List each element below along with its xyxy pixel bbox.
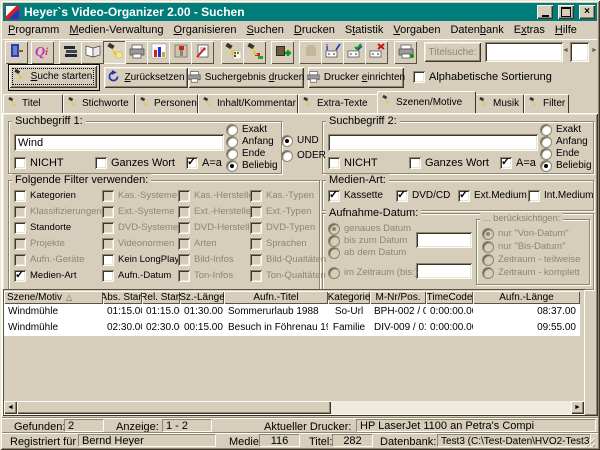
- registriert-label: Registriert für: [10, 436, 76, 448]
- table-cell: DIV-009 / 01: [370, 320, 426, 336]
- tab-stichworte-label: Stichworte: [82, 98, 129, 109]
- column-header-aufn-laenge[interactable]: Aufn.-Länge: [473, 291, 580, 304]
- medien-value: 116: [259, 434, 300, 447]
- tab-extra-texte-label: Extra-Texte: [317, 98, 368, 109]
- tab-musik-icon: [479, 97, 490, 111]
- tab-stichworte-icon: [68, 97, 79, 111]
- column-header-label: Sz.-Länge: [180, 292, 224, 303]
- drucker-value: HP LaserJet 1100 an Petra's Compi: [356, 419, 596, 432]
- table-cell: 09:55.00: [473, 320, 580, 336]
- datenbank-value: Test3 (C:\Test-Daten\HVO2-Test3\): [437, 434, 591, 447]
- results-table-layer: Szene/Motiv △ Abs. StartRel. StartSz.-Läng…: [0, 0, 600, 450]
- h-scrollbar-thumb[interactable]: [17, 401, 331, 414]
- tab-szenen-motive[interactable]: Szenen/Motive: [377, 91, 476, 113]
- table-cell: 0:00:00.00: [426, 320, 473, 336]
- status-bar-2: Registriert für Bernd Heyer Medien: 116 …: [2, 432, 598, 449]
- h-scrollbar-right-button[interactable]: ►: [571, 401, 584, 414]
- table-cell: So-Url: [328, 304, 370, 320]
- column-header-label: Rel. Start: [142, 292, 180, 303]
- column-header-szene-motiv[interactable]: Szene/Motiv △: [4, 291, 103, 304]
- table-cell: Windmühle: [4, 304, 103, 320]
- titel-value: 282: [332, 434, 373, 447]
- column-header-label: Aufn.-Länge: [499, 292, 554, 303]
- h-scrollbar-left-button[interactable]: ◄: [4, 401, 17, 414]
- table-cell: 00:15.00: [180, 320, 224, 336]
- table-cell: 01:15.00: [103, 304, 142, 320]
- tab-filter-icon: [529, 97, 540, 111]
- tab-personen-icon: [140, 97, 151, 111]
- tab-musik-label: Musik: [493, 98, 519, 109]
- tab-szenen-motive-label: Szenen/Motive: [396, 97, 462, 108]
- column-header-kategorie[interactable]: Kategorie: [328, 291, 370, 304]
- column-header-sz-laenge[interactable]: Sz.-Länge: [180, 291, 224, 304]
- tab-filter[interactable]: Filter: [524, 94, 569, 113]
- table-cell: 01:30.00: [180, 304, 224, 320]
- tab-stichworte[interactable]: Stichworte: [63, 94, 135, 113]
- tab-extra-texte-icon: [303, 97, 314, 111]
- column-header-label: Kategorie: [328, 292, 370, 303]
- tab-szenen-motive-icon: [382, 95, 393, 109]
- table-cell: 0:00:00.00: [426, 304, 473, 320]
- registriert-value: Bernd Heyer: [78, 434, 216, 447]
- column-header-label: M-Nr/Pos.: [376, 292, 421, 303]
- column-header-label: Szene/Motiv: [7, 292, 62, 303]
- status-bar-1: Gefunden: 2 Anzeige: 1 - 2 Aktueller Dru…: [2, 417, 598, 433]
- table-cell: Sommerurlaub 1988: [224, 304, 328, 320]
- sort-ascending-icon: △: [66, 293, 72, 302]
- tab-inhalt-kommentar[interactable]: Inhalt/Kommentar: [198, 94, 298, 113]
- anzeige-value: 1 - 2: [162, 419, 212, 432]
- tab-personen-label: Personen: [154, 98, 197, 109]
- tab-musik[interactable]: Musik: [474, 94, 524, 113]
- column-header-rel-start[interactable]: Rel. Start: [142, 291, 180, 304]
- column-header-label: Abs. Start: [103, 292, 142, 303]
- table-cell: 02:30.00: [103, 320, 142, 336]
- table-cell: Familie: [328, 320, 370, 336]
- column-header-label: Aufn.-Titel: [253, 292, 298, 303]
- column-header-m-nr-pos[interactable]: M-Nr/Pos.: [370, 291, 426, 304]
- datenbank-label: Datenbank:: [380, 436, 436, 448]
- table-cell: 02:30.00: [142, 320, 180, 336]
- column-header-aufn-titel[interactable]: Aufn.-Titel: [224, 291, 328, 304]
- tab-filter-label: Filter: [543, 98, 565, 109]
- tab-titel-icon: [8, 97, 19, 111]
- tab-inhalt-kommentar-label: Inhalt/Kommentar: [217, 98, 296, 109]
- tab-extra-texte[interactable]: Extra-Texte: [298, 94, 379, 113]
- column-header-abs-start[interactable]: Abs. Start: [103, 291, 142, 304]
- table-cell: Windmühle: [4, 320, 103, 336]
- table-cell: 01:15.00: [142, 304, 180, 320]
- table-cell: 08:37.00: [473, 304, 580, 320]
- tab-titel-label: Titel: [22, 98, 41, 109]
- gefunden-value: 2: [64, 419, 104, 432]
- column-header-timecode[interactable]: TimeCode: [426, 291, 473, 304]
- tab-inhalt-kommentar-icon: [203, 97, 214, 111]
- tab-titel[interactable]: Titel: [3, 94, 63, 113]
- column-header-label: TimeCode: [427, 292, 473, 303]
- application-window: Heyer`s Video-Organizer 2.00 - Suchen × …: [0, 0, 600, 450]
- titel-label: Titel:: [309, 436, 332, 448]
- table-cell: Besuch in Föhrenau 1984: [224, 320, 328, 336]
- tab-personen[interactable]: Personen: [135, 94, 198, 113]
- table-cell: BPH-002 / 01: [370, 304, 426, 320]
